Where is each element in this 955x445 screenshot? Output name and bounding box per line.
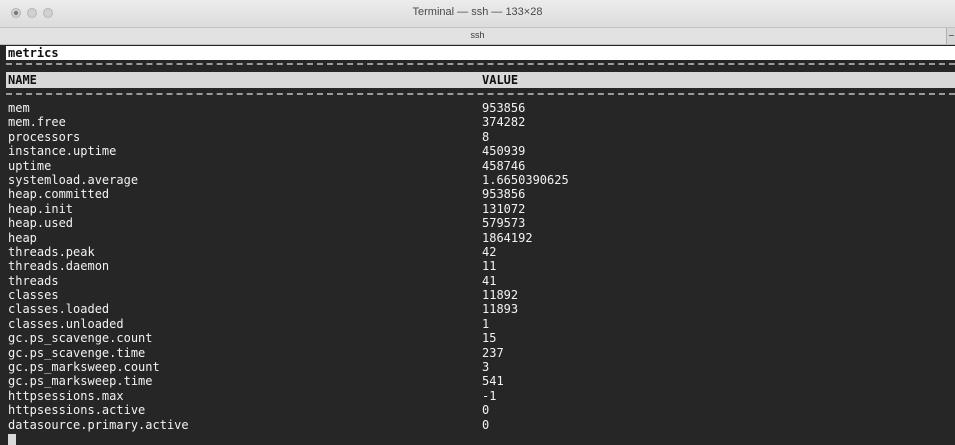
section-title: metrics <box>6 46 955 60</box>
table-row: processors 8 <box>8 130 948 144</box>
tab-overflow-button[interactable] <box>946 28 955 44</box>
terminal-window: Terminal — ssh — 133×28 ssh metrics NAME… <box>0 0 955 445</box>
metric-value: 541 <box>482 374 504 389</box>
terminal-cursor <box>8 434 16 445</box>
metric-value: 0 <box>482 417 490 432</box>
metric-name: datasource.primary.active <box>8 417 189 432</box>
metric-value: 3 <box>482 360 490 375</box>
table-row: heap.used 579573 <box>8 216 948 230</box>
metric-value: 0 <box>482 403 490 418</box>
metric-value: 41 <box>482 273 497 288</box>
metric-value: -1 <box>482 388 497 403</box>
table-row: classes.loaded 11893 <box>8 302 948 316</box>
metric-value: 953856 <box>482 187 526 202</box>
minus-icon <box>949 35 954 36</box>
metric-name: threads <box>8 273 59 288</box>
metric-value: 15 <box>482 331 497 346</box>
metric-name: gc.ps_marksweep.time <box>8 374 153 389</box>
table-row: httpsessions.max -1 <box>8 389 948 403</box>
metric-name: instance.uptime <box>8 144 117 159</box>
table-row: systemload.average 1.6650390625 <box>8 173 948 187</box>
metric-name: mem.free <box>8 115 66 130</box>
table-row: threads 41 <box>8 274 948 288</box>
metric-value: 458746 <box>482 158 526 173</box>
metric-name: httpsessions.active <box>8 403 146 418</box>
terminal-output[interactable]: metrics NAME VALUE mem 953856 mem.free 3742… <box>0 45 955 445</box>
metric-name: classes <box>8 288 59 303</box>
metric-value: 450939 <box>482 144 526 159</box>
table-row: mem.free 374282 <box>8 115 948 129</box>
table-row: heap.committed 953856 <box>8 187 948 201</box>
column-header-value: VALUE <box>482 73 519 87</box>
metric-value: 11892 <box>482 288 519 303</box>
table-row: gc.ps_scavenge.time 237 <box>8 346 948 360</box>
metric-value: 42 <box>482 244 497 259</box>
title-bar[interactable]: Terminal — ssh — 133×28 <box>0 0 955 28</box>
metric-name: heap <box>8 230 37 245</box>
metrics-table: mem 953856 mem.free 374282 processors 8 instan… <box>8 101 948 432</box>
metric-value: 11893 <box>482 302 519 317</box>
metric-name: threads.peak <box>8 244 95 259</box>
table-row: gc.ps_marksweep.time 541 <box>8 374 948 388</box>
metric-value: 374282 <box>482 115 526 130</box>
metric-name: mem <box>8 101 30 115</box>
table-row: threads.peak 42 <box>8 245 948 259</box>
table-row: heap.init 131072 <box>8 202 948 216</box>
metric-name: classes.loaded <box>8 302 110 317</box>
metric-name: processors <box>8 129 81 144</box>
tab-ssh[interactable]: ssh <box>0 30 955 40</box>
metric-value: 131072 <box>482 201 526 216</box>
metric-name: heap.init <box>8 201 74 216</box>
metric-value: 579573 <box>482 216 526 231</box>
table-row: uptime 458746 <box>8 159 948 173</box>
metric-name: threads.daemon <box>8 259 110 274</box>
table-row: classes 11892 <box>8 288 948 302</box>
metric-name: httpsessions.max <box>8 388 124 403</box>
metric-name: gc.ps_scavenge.count <box>8 331 153 346</box>
dashed-divider <box>6 63 955 65</box>
table-row: mem 953856 <box>8 101 948 115</box>
metric-name: gc.ps_scavenge.time <box>8 345 146 360</box>
metric-value: 1864192 <box>482 230 533 245</box>
dashed-divider <box>6 93 955 95</box>
metric-value: 8 <box>482 129 490 144</box>
column-header-name: NAME <box>8 73 37 87</box>
table-row: heap 1864192 <box>8 231 948 245</box>
column-header-row: NAME VALUE <box>6 72 955 88</box>
table-row: instance.uptime 450939 <box>8 144 948 158</box>
table-row: httpsessions.active 0 <box>8 403 948 417</box>
window-title: Terminal — ssh — 133×28 <box>412 6 543 18</box>
metric-value: 1 <box>482 316 490 331</box>
metric-name: classes.unloaded <box>8 316 124 331</box>
metric-value: 11 <box>482 259 497 274</box>
metric-name: gc.ps_marksweep.count <box>8 360 160 375</box>
table-row: datasource.primary.active 0 <box>8 418 948 432</box>
metric-value: 237 <box>482 345 504 360</box>
metric-value: 1.6650390625 <box>482 172 569 187</box>
metric-name: systemload.average <box>8 172 139 187</box>
table-row: gc.ps_scavenge.count 15 <box>8 331 948 345</box>
metric-name: uptime <box>8 158 52 173</box>
table-row: threads.daemon 11 <box>8 259 948 273</box>
metric-value: 953856 <box>482 101 526 115</box>
table-row: classes.unloaded 1 <box>8 317 948 331</box>
tab-bar: ssh <box>0 28 955 45</box>
table-row: gc.ps_marksweep.count 3 <box>8 360 948 374</box>
metric-name: heap.committed <box>8 187 110 202</box>
metric-name: heap.used <box>8 216 74 231</box>
